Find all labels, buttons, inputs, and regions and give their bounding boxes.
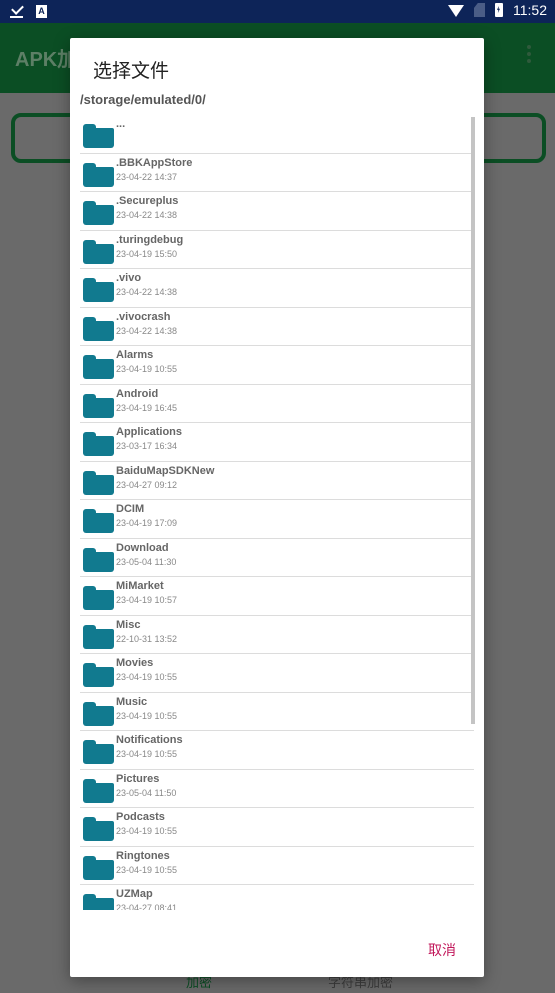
folder-name: .BBKAppStore [116,156,193,169]
folder-name: Alarms [116,349,154,361]
folder-date: 23-04-27 09:12 [116,479,178,490]
folder-icon [83,355,114,379]
folder-icon [83,316,114,341]
file-list-item[interactable]: ... [80,115,474,154]
folder-icon [83,124,114,148]
status-time: 11:52 [513,2,547,18]
folder-icon [83,470,114,495]
file-list-item[interactable]: .BBKAppStore 23-04-22 14:37 [80,154,474,192]
folder-icon [83,624,114,649]
folder-icon [83,740,114,764]
folder-name: BaiduMapSDKNew [116,464,215,477]
battery-charging-icon [495,3,503,17]
folder-name: Ringtones [116,849,170,862]
file-list-item[interactable]: Movies 23-04-19 10:55 [80,654,474,693]
file-chooser-dialog: 选择文件 /storage/emulated/0/ ... .BBKAppStor… [70,38,484,977]
folder-date: 23-04-22 14:38 [116,287,178,297]
folder-icon [83,393,114,418]
folder-name: Misc [116,618,141,631]
folder-date: 23-04-19 17:09 [116,518,178,528]
folder-icon [83,855,114,880]
cancel-button[interactable]: 取消 [428,940,456,960]
folder-icon [83,509,114,533]
folder-name: Notifications [116,734,183,746]
folder-date: 23-04-19 10:55 [116,364,178,374]
folder-date: 23-03-17 16:34 [116,441,178,451]
folder-icon [83,701,114,726]
folder-name: Music [116,695,148,708]
file-list-item[interactable]: BaiduMapSDKNew 23-04-27 09:12 [80,462,474,500]
folder-icon [83,663,114,687]
folder-date: 22-10-31 13:52 [116,633,178,644]
folder-date: 23-04-19 10:55 [116,826,178,836]
file-list-item[interactable]: .Secureplus 23-04-22 14:38 [80,192,474,231]
folder-icon [83,547,114,572]
file-list-item[interactable]: Misc 22-10-31 13:52 [80,616,474,654]
folder-date: 23-05-04 11:50 [116,787,177,798]
folder-name: .vivocrash [116,310,171,323]
file-list-item[interactable]: Podcasts 23-04-19 10:55 [80,808,474,847]
scrollbar[interactable] [471,117,475,724]
folder-name: Download [116,541,169,554]
folder-date: 23-04-19 10:55 [116,864,178,875]
file-list-item[interactable]: Android 23-04-19 16:45 [80,385,474,423]
file-list-item[interactable]: Pictures 23-05-04 11:50 [80,770,474,808]
more-vert-icon[interactable] [527,45,531,63]
folder-icon [83,778,114,803]
status-bar: A 11:52 [0,0,555,23]
folder-name: Movies [116,657,154,669]
wifi-icon [448,5,464,17]
folder-icon [83,162,114,187]
file-list-item[interactable]: Music 23-04-19 10:55 [80,693,474,731]
folder-name: DCIM [116,503,145,515]
folder-name: UZMap [116,888,153,900]
folder-icon [83,278,114,302]
file-list-item[interactable]: .turingdebug 23-04-19 15:50 [80,231,474,269]
file-list-item[interactable]: Applications 23-03-17 16:34 [80,423,474,462]
folder-name: ... [116,118,126,130]
folder-date: 23-04-19 10:57 [116,595,178,605]
folder-name: .vivo [116,272,142,284]
folder-icon [83,432,114,456]
file-list-item[interactable]: Notifications 23-04-19 10:55 [80,731,474,770]
folder-date: 23-04-19 10:55 [116,672,178,682]
file-list-item[interactable]: DCIM 23-04-19 17:09 [80,500,474,539]
folder-name: MiMarket [116,580,164,592]
file-list-item[interactable]: .vivocrash 23-04-22 14:38 [80,308,474,346]
folder-icon [83,817,114,841]
app-notification-icon: A [36,4,47,18]
folder-icon [83,201,114,225]
download-done-icon [10,3,24,19]
file-list-item[interactable]: Ringtones 23-04-19 10:55 [80,847,474,885]
folder-icon [83,239,114,264]
folder-name: .Secureplus [116,195,179,207]
folder-date: 23-05-04 11:30 [116,556,177,567]
file-list-item[interactable]: Download 23-05-04 11:30 [80,539,474,577]
dialog-title: 选择文件 [93,61,170,82]
folder-name: .turingdebug [116,233,184,246]
current-path: /storage/emulated/0/ [80,92,206,107]
no-sim-icon [474,3,485,17]
folder-date: 23-04-22 14:38 [116,325,178,336]
folder-name: Pictures [116,772,160,785]
folder-date: 23-04-22 14:37 [116,171,178,182]
folder-icon [83,586,114,610]
file-list-item[interactable]: Alarms 23-04-19 10:55 [80,346,474,385]
folder-name: Android [116,387,159,400]
folder-icon [83,894,114,910]
file-list-item[interactable]: .vivo 23-04-22 14:38 [80,269,474,308]
folder-date: 23-04-19 10:55 [116,749,178,759]
file-list[interactable]: ... .BBKAppStore 23-04-22 14:37 .Secureplus… [80,115,475,910]
file-list-item[interactable]: MiMarket 23-04-19 10:57 [80,577,474,616]
folder-date: 23-04-22 14:38 [116,210,178,220]
file-list-item[interactable]: UZMap 23-04-27 08:41 [80,885,474,910]
folder-name: Applications [116,426,183,438]
folder-date: 23-04-27 08:41 [116,903,178,910]
folder-name: Podcasts [116,811,165,823]
folder-date: 23-04-19 15:50 [116,248,178,259]
folder-date: 23-04-19 10:55 [116,710,178,721]
app-title: APK加 [15,49,78,71]
folder-date: 23-04-19 16:45 [116,402,178,413]
